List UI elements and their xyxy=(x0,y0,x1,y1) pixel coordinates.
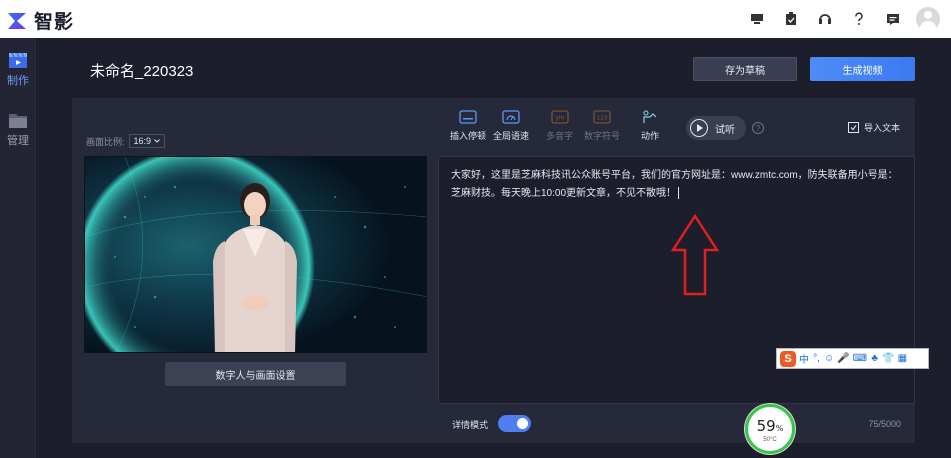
sidebar-item-create[interactable]: 制作 xyxy=(0,52,36,88)
preview-panel: 画面比例: 16:9 数字人与画面设置 xyxy=(72,98,438,443)
user-avatar[interactable] xyxy=(916,7,940,31)
ime-punctuation[interactable]: °, xyxy=(812,353,821,364)
gauge-temperature: 50°C xyxy=(763,437,777,443)
app-name: 智影 xyxy=(34,11,75,33)
insert-pause-tool[interactable]: 插入停顿 xyxy=(450,110,486,142)
aspect-ratio-label: 画面比例: xyxy=(86,136,125,147)
monitor-icon[interactable] xyxy=(740,0,774,38)
listen-button[interactable]: 试听 xyxy=(686,116,746,140)
text-caret xyxy=(678,187,680,200)
input-method-toolbar[interactable]: S 中 °, ☺ 🎤 ⌨ ♣ 👕 ▦ xyxy=(776,348,929,369)
aspect-ratio-value: 16:9 xyxy=(133,136,152,146)
generate-video-button[interactable]: 生成视频 xyxy=(810,57,915,81)
gesture-icon xyxy=(643,110,657,123)
number-symbol-tool[interactable]: 123 数字符号 xyxy=(584,110,620,142)
speed-gauge-icon xyxy=(502,110,520,124)
logo-icon xyxy=(8,12,26,29)
tool-label: 全局语速 xyxy=(493,131,530,141)
top-bar: 智影 xyxy=(0,0,951,38)
ime-keyboard-icon[interactable]: ⌨ xyxy=(853,353,867,364)
digital-human-preview-image xyxy=(85,157,426,352)
clipboard-icon[interactable] xyxy=(774,0,808,38)
sidebar: 制作 管理 xyxy=(0,38,36,458)
svg-text:yin: yin xyxy=(555,115,564,122)
gauge-percent: 59% xyxy=(756,417,784,435)
svg-text:123: 123 xyxy=(597,116,608,122)
tool-label: 多音字 xyxy=(546,131,574,141)
sidebar-item-manage[interactable]: 管理 xyxy=(0,112,36,148)
tool-label: 插入停顿 xyxy=(450,131,487,141)
top-icon-group xyxy=(740,0,951,38)
folder-icon xyxy=(9,114,27,128)
system-load-gauge[interactable]: 59% 50°C xyxy=(745,404,795,454)
listen-help-icon[interactable]: ? xyxy=(752,122,764,134)
editor-footer: 详情模式 75/5000 xyxy=(438,404,915,443)
tool-label: 动作 xyxy=(641,131,660,141)
detail-mode-label: 详情模式 xyxy=(452,420,489,430)
headset-icon[interactable] xyxy=(808,0,842,38)
ime-chinese-mode[interactable]: 中 xyxy=(799,351,809,366)
up-arrow-annotation xyxy=(670,214,720,296)
video-preview[interactable] xyxy=(84,156,427,353)
character-count: 75/5000 xyxy=(868,419,901,429)
help-icon[interactable] xyxy=(842,0,876,38)
pause-insert-icon xyxy=(459,110,477,124)
sogou-logo-icon[interactable]: S xyxy=(780,350,796,367)
sidebar-item-label: 管理 xyxy=(7,135,29,147)
chevron-down-icon xyxy=(154,139,160,143)
import-text-button[interactable]: 导入文本 xyxy=(848,121,900,134)
global-speed-tool[interactable]: 全局语速 xyxy=(493,110,529,142)
number-symbol-icon: 123 xyxy=(593,110,611,124)
ime-toolbox-icon[interactable]: ♣ xyxy=(870,353,879,364)
import-icon xyxy=(848,122,859,133)
digital-human-settings-button[interactable]: 数字人与画面设置 xyxy=(165,362,346,386)
aspect-ratio-row: 画面比例: 16:9 xyxy=(86,134,166,148)
ime-skin-icon[interactable]: 👕 xyxy=(882,353,894,364)
detail-mode-toggle[interactable] xyxy=(498,415,531,432)
message-icon[interactable] xyxy=(876,0,910,38)
polyphone-tool[interactable]: yin 多音字 xyxy=(546,110,573,142)
app-logo[interactable]: 智影 xyxy=(6,7,74,34)
gesture-tool[interactable]: 动作 xyxy=(641,110,659,142)
aspect-ratio-select[interactable]: 16:9 xyxy=(128,134,166,148)
editor-toolbar: 插入停顿 全局语速 yin 多音字 123 数字符号 动作 试听 ? 导入文本 xyxy=(438,98,915,156)
save-draft-button[interactable]: 存为草稿 xyxy=(693,57,797,81)
ime-microphone-icon[interactable]: 🎤 xyxy=(837,353,849,364)
clapperboard-icon xyxy=(9,52,27,68)
page-title[interactable]: 未命名_220323 xyxy=(90,60,193,81)
ime-emoji-icon[interactable]: ☺ xyxy=(824,353,834,364)
sidebar-item-label: 制作 xyxy=(7,75,29,87)
ime-grid-icon[interactable]: ▦ xyxy=(898,353,907,364)
pinyin-icon: yin xyxy=(550,110,569,124)
listen-label: 试听 xyxy=(715,124,735,136)
script-text: 大家好，这里是芝麻科技讯公众账号平台，我们的官方网址是：www.zmtc.com… xyxy=(451,170,898,199)
tool-label: 数字符号 xyxy=(584,131,621,141)
play-icon xyxy=(690,119,708,137)
import-label: 导入文本 xyxy=(864,123,901,133)
